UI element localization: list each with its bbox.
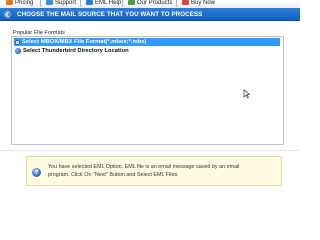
- help-icon: [86, 0, 93, 5]
- toolbar-separator: [80, 0, 81, 7]
- toolbar-pricing-button[interactable]: Pricing: [6, 0, 33, 8]
- info-line-1: You have selected EML Option. EML file i…: [48, 164, 240, 170]
- cart-icon: [182, 0, 189, 5]
- toolbar-products-button[interactable]: Our Products: [128, 0, 172, 8]
- section-header: CHOOSE THE MAIL SOURCE THAT YOU WANT TO …: [0, 8, 300, 21]
- info-line-2: program. Click On "Next" Button and Sele…: [48, 172, 179, 178]
- toolbar-support-label: Support: [55, 0, 77, 6]
- pricing-icon: [6, 0, 13, 5]
- divider: [0, 150, 300, 151]
- option-thunderbird[interactable]: Select Thunderbird Directory Location: [14, 47, 280, 55]
- mouse-pointer-icon: [243, 89, 251, 99]
- toolbar-products-label: Our Products: [137, 0, 173, 6]
- toolbar-buy-label: Buy Now: [191, 0, 216, 6]
- info-text: You have selected EML Option. EML file i…: [48, 163, 280, 179]
- toolbar-separator: [40, 0, 41, 7]
- toolbar-pricing-label: Pricing: [15, 0, 34, 6]
- question-icon: ?: [32, 168, 41, 177]
- toolbar-support-button[interactable]: Support: [46, 0, 76, 8]
- toolbar-separator: [122, 0, 123, 7]
- thunderbird-icon: [15, 48, 21, 54]
- back-arrow-icon[interactable]: [3, 10, 12, 19]
- toolbar-separator: [176, 0, 177, 7]
- info-message: ? You have selected EML Option. EML file…: [26, 156, 282, 186]
- support-icon: [46, 0, 53, 5]
- products-icon: [128, 0, 135, 5]
- toolbar-help-button[interactable]: EML Help: [86, 0, 121, 8]
- app-window: Pricing Support EML Help Our Products Bu…: [0, 0, 300, 200]
- toolbar-buy-button[interactable]: Buy Now: [182, 0, 215, 8]
- option-mbox[interactable]: Select MBOX/MBX File Format(*.mbox;*.mbx…: [14, 38, 280, 46]
- radio-icon[interactable]: [15, 39, 20, 45]
- section-title: CHOOSE THE MAIL SOURCE THAT YOU WANT TO …: [17, 10, 203, 18]
- toolbar-help-label: EML Help: [95, 0, 122, 6]
- option-mbox-label: Select MBOX/MBX File Format(*.mbox;*.mbx…: [22, 39, 147, 45]
- option-thunderbird-label: Select Thunderbird Directory Location: [23, 48, 129, 54]
